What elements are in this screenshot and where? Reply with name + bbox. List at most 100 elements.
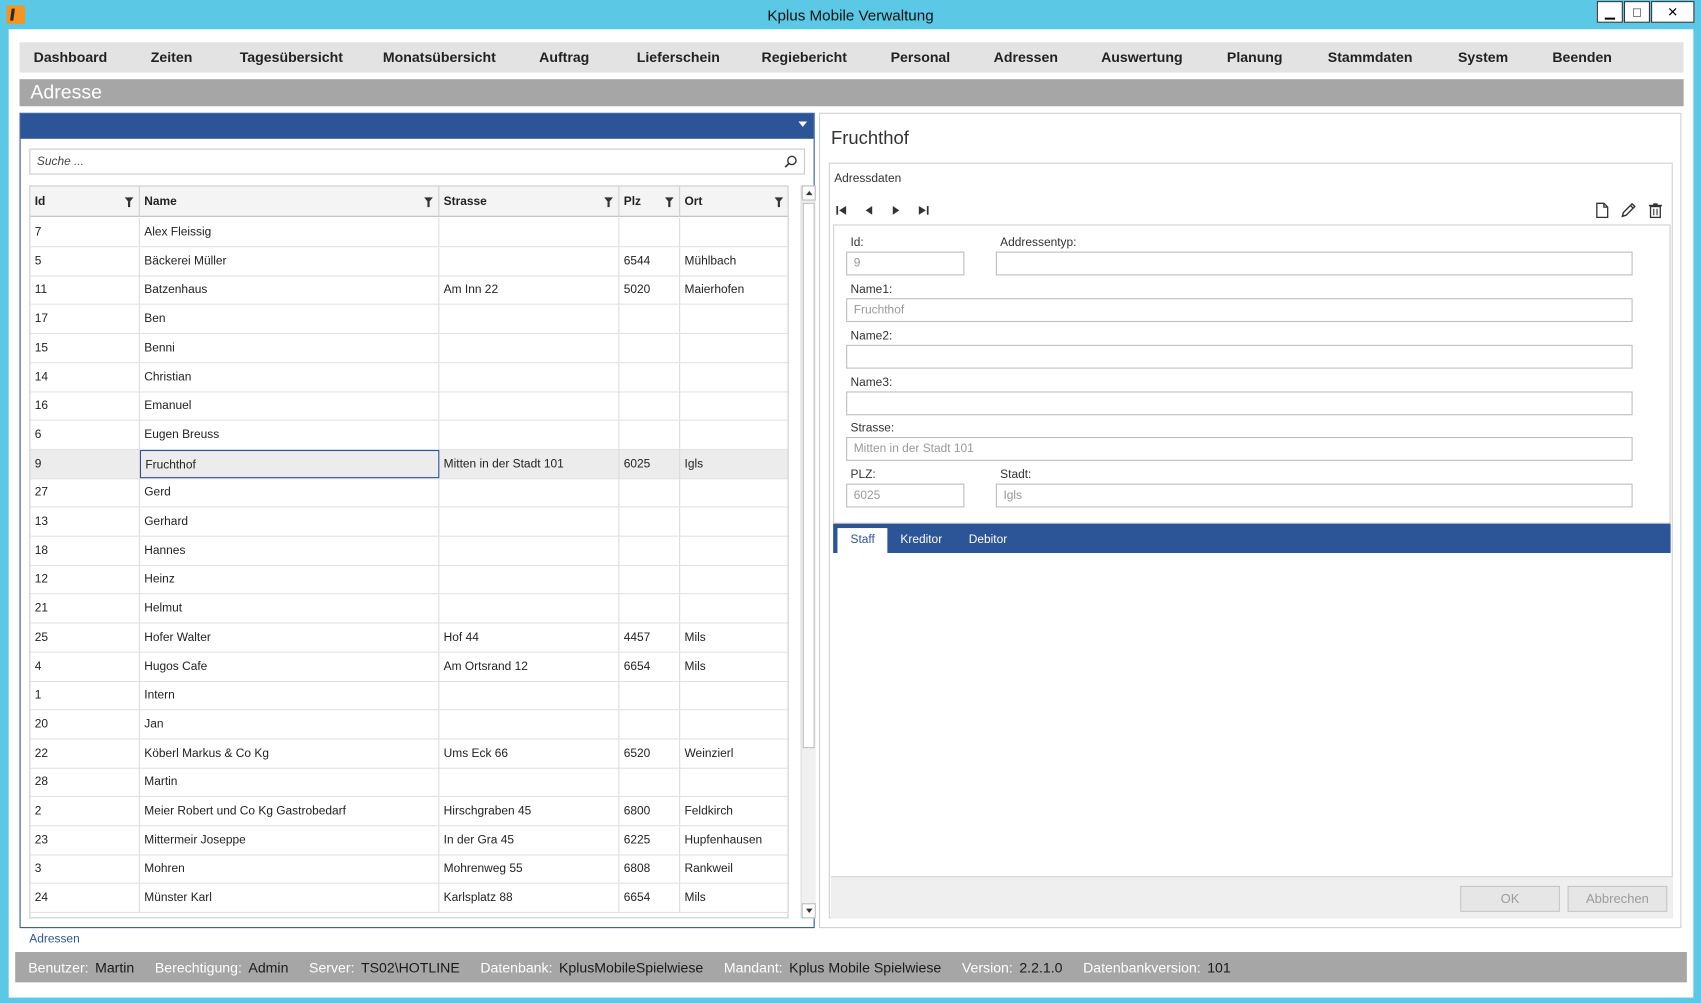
- maximize-button[interactable]: □: [1623, 1, 1650, 23]
- table-cell[interactable]: [619, 333, 681, 362]
- table-cell[interactable]: 20: [30, 710, 140, 739]
- table-row[interactable]: 14 Christian: [30, 362, 788, 392]
- table-row[interactable]: 24 Münster Karl Karlsplatz 88 6654 Mils: [30, 883, 788, 914]
- menu-planung[interactable]: Planung: [1227, 42, 1283, 72]
- table-cell[interactable]: Hirschgraben 45: [439, 796, 620, 826]
- table-cell[interactable]: 14: [30, 362, 140, 391]
- table-row[interactable]: 5 Bäckerei Müller 6544 Mühlbach: [30, 246, 788, 277]
- delete-trash-icon[interactable]: [1647, 202, 1664, 219]
- table-cell[interactable]: Feldkirch: [680, 797, 787, 825]
- table-row[interactable]: 13 Gerhard: [30, 507, 788, 537]
- table-cell[interactable]: Bäckerei Müller: [140, 246, 440, 276]
- table-cell[interactable]: 2: [30, 796, 140, 826]
- table-cell[interactable]: [439, 391, 620, 420]
- table-cell[interactable]: [619, 565, 681, 594]
- table-cell[interactable]: Am Inn 22: [439, 275, 620, 305]
- filter-icon[interactable]: [124, 197, 134, 208]
- search-input[interactable]: Suche ...: [29, 148, 805, 175]
- table-cell[interactable]: Helmut: [140, 594, 440, 623]
- column-header-ort[interactable]: Ort: [680, 186, 787, 216]
- scroll-thumb[interactable]: [802, 202, 815, 749]
- table-cell[interactable]: Mils: [680, 623, 787, 651]
- table-cell[interactable]: Karlsplatz 88: [439, 883, 620, 912]
- close-button[interactable]: ✕: [1651, 1, 1695, 23]
- menu-beenden[interactable]: Beenden: [1552, 42, 1612, 72]
- table-cell[interactable]: [439, 333, 620, 362]
- table-cell[interactable]: Batzenhaus: [140, 275, 440, 305]
- minimize-button[interactable]: ▁: [1596, 1, 1623, 23]
- table-cell[interactable]: Emanuel: [140, 391, 440, 420]
- table-cell[interactable]: Meier Robert und Co Kg Gastrobedarf: [140, 796, 440, 826]
- table-row[interactable]: 22 Köberl Markus & Co Kg Ums Eck 66 6520 Wei…: [30, 739, 788, 769]
- table-cell[interactable]: 28: [30, 768, 140, 797]
- table-cell[interactable]: Christian: [140, 362, 440, 391]
- table-cell[interactable]: [619, 594, 681, 623]
- scroll-down-icon[interactable]: [801, 903, 816, 919]
- table-cell[interactable]: [439, 304, 620, 333]
- menu-zeiten[interactable]: Zeiten: [151, 42, 193, 72]
- filter-icon[interactable]: [774, 197, 784, 208]
- table-cell[interactable]: 6800: [619, 796, 681, 826]
- table-row[interactable]: 12 Heinz: [30, 565, 788, 595]
- table-cell[interactable]: Weinzierl: [680, 739, 787, 767]
- table-cell[interactable]: Igls: [680, 450, 787, 478]
- table-cell[interactable]: [619, 420, 681, 449]
- table-cell[interactable]: [439, 478, 620, 507]
- table-cell[interactable]: Mittermeir Joseppe: [140, 825, 440, 855]
- table-cell[interactable]: [680, 421, 787, 449]
- table-cell[interactable]: 22: [30, 739, 140, 768]
- table-cell[interactable]: [619, 391, 681, 420]
- menu-auftrag[interactable]: Auftrag: [539, 42, 589, 72]
- table-cell[interactable]: [439, 420, 620, 449]
- table-cell[interactable]: 6808: [619, 854, 681, 884]
- table-cell[interactable]: 6654: [619, 883, 681, 912]
- table-cell[interactable]: [680, 507, 787, 535]
- table-cell[interactable]: 23: [30, 825, 140, 855]
- table-cell[interactable]: 5: [30, 246, 140, 276]
- filter-icon[interactable]: [424, 197, 433, 208]
- column-header-id[interactable]: Id: [30, 186, 140, 217]
- table-cell[interactable]: [619, 681, 681, 710]
- menu-lieferschein[interactable]: Lieferschein: [637, 42, 720, 72]
- table-cell[interactable]: Hof 44: [439, 623, 620, 652]
- table-cell[interactable]: [680, 768, 787, 796]
- table-cell[interactable]: [439, 594, 620, 623]
- table-cell[interactable]: [680, 565, 787, 593]
- table-cell[interactable]: [439, 536, 620, 565]
- table-cell[interactable]: [619, 536, 681, 565]
- table-cell[interactable]: [439, 217, 620, 247]
- menu-system[interactable]: System: [1458, 42, 1508, 72]
- first-record-icon[interactable]: [835, 205, 848, 216]
- tab-kreditor[interactable]: Kreditor: [887, 528, 955, 553]
- breadcrumb[interactable]: Adressen: [29, 932, 79, 945]
- table-cell[interactable]: [680, 363, 787, 391]
- name1-field[interactable]: Fruchthof: [846, 298, 1633, 323]
- filter-icon[interactable]: [664, 197, 674, 208]
- table-cell[interactable]: [680, 218, 787, 246]
- edit-pencil-icon[interactable]: [1620, 202, 1637, 219]
- next-record-icon[interactable]: [890, 205, 903, 216]
- table-cell[interactable]: Fruchthof: [139, 449, 440, 478]
- table-cell[interactable]: Mohren: [140, 854, 440, 884]
- table-row[interactable]: 6 Eugen Breuss: [30, 420, 788, 450]
- previous-record-icon[interactable]: [862, 205, 875, 216]
- table-row[interactable]: 20 Jan: [30, 710, 788, 740]
- table-row[interactable]: 27 Gerd: [30, 478, 788, 508]
- table-row[interactable]: 1 Intern: [30, 681, 788, 711]
- table-cell[interactable]: 27: [30, 478, 140, 507]
- table-cell[interactable]: Hofer Walter: [140, 623, 440, 652]
- table-row[interactable]: 28 Martin: [30, 768, 788, 798]
- table-cell[interactable]: 24: [30, 883, 140, 912]
- menu-monatsuebersicht[interactable]: Monatsübersicht: [383, 42, 496, 72]
- menu-dashboard[interactable]: Dashboard: [34, 42, 108, 72]
- table-cell[interactable]: [680, 710, 787, 738]
- table-cell[interactable]: In der Gra 45: [439, 825, 620, 855]
- table-cell[interactable]: Hugos Cafe: [140, 652, 440, 681]
- menu-auswertung[interactable]: Auswertung: [1101, 42, 1182, 72]
- table-cell[interactable]: [439, 246, 620, 276]
- name3-field[interactable]: [846, 391, 1633, 416]
- menu-personal[interactable]: Personal: [891, 42, 951, 72]
- table-cell[interactable]: 18: [30, 536, 140, 565]
- scroll-up-icon[interactable]: [801, 185, 816, 201]
- table-cell[interactable]: Münster Karl: [140, 883, 440, 912]
